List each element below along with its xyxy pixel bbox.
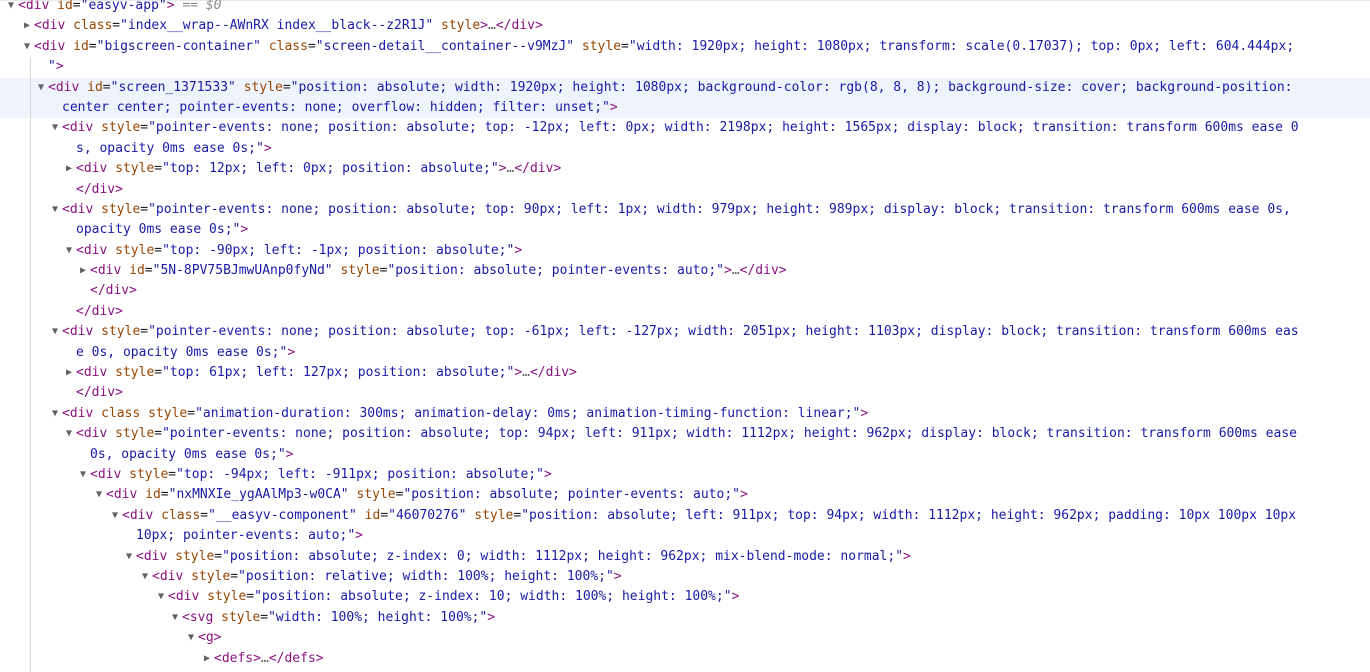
node-markup: <div style="pointer-events: none; positi… [62,120,1299,136]
node-markup: <div id="bigscreen-container" class="scr… [34,38,1295,54]
row-layer-3[interactable]: ▼ <div style="pointer-events: none; posit… [0,322,1370,342]
node-markup: <defs>…</defs> [214,650,324,666]
node-markup: <div style="position: relative; width: 1… [152,568,622,584]
node-markup: <svg style="width: 100%; height: 100%;"> [182,609,496,625]
expanded-triangle-icon[interactable]: ▼ [48,322,62,342]
node-markup: <div class="__easyv-component" id="46070… [122,507,1297,523]
collapsed-triangle-icon[interactable]: ▶ [76,261,90,281]
row-layer-3-cont[interactable]: e 0s, opacity 0ms ease 0s;"> [0,343,1370,363]
node-markup: <div class style="animation-duration: 30… [62,405,869,421]
expanded-triangle-icon[interactable]: ▼ [76,465,90,485]
dom-tree: ▼ <div id="easyv-app"> == $0 ▶ <div class="… [0,0,1370,669]
node-markup: <div id="screen_1371533" style="position… [48,79,1293,95]
node-markup: </div> [76,181,123,197]
row-relative-div[interactable]: ▼ <div style="position: relative; width: … [0,567,1370,587]
node-markup: 0s, opacity 0ms ease 0s;"> [90,446,294,462]
node-markup: opacity 0ms ease 0s;"> [76,222,249,238]
row-easyv-component[interactable]: ▼ <div class="__easyv-component" id="4607… [0,506,1370,526]
node-markup: <div id="5N-8PV75BJmwUAnp0fyNd" style="p… [90,263,787,279]
row-defs[interactable]: ▶ <defs>…</defs> [0,649,1370,669]
row-easyv-app[interactable]: ▼ <div id="easyv-app"> == $0 [0,0,1370,16]
node-markup: <g> [198,630,222,646]
collapsed-triangle-icon[interactable]: ▶ [200,649,214,669]
row-layer-1-inner[interactable]: ▶ <div style="top: 12px; left: 0px; posit… [0,159,1370,179]
row-layer-1[interactable]: ▼ <div style="pointer-events: none; posit… [0,118,1370,138]
row-zindex-div[interactable]: ▼ <div style="position: absolute; z-index… [0,587,1370,607]
expanded-triangle-icon[interactable]: ▼ [48,404,62,424]
row-easyv-component-cont[interactable]: 10px; pointer-events: auto;"> [0,526,1370,546]
row-layer-1-close[interactable]: </div> [0,180,1370,200]
node-markup: s, opacity 0ms ease 0s;"> [76,140,272,156]
node-markup: </div> [90,283,137,299]
expanded-triangle-icon[interactable]: ▼ [34,78,48,98]
expanded-triangle-icon[interactable]: ▼ [48,118,62,138]
node-markup: "> [48,59,64,75]
row-layer-2-component[interactable]: ▶ <div id="5N-8PV75BJmwUAnp0fyNd" style="… [0,261,1370,281]
row-layer-2[interactable]: ▼ <div style="pointer-events: none; posit… [0,200,1370,220]
node-markup: <div id="easyv-app"> == $0 [18,0,222,13]
row-layer-4[interactable]: ▼ <div style="pointer-events: none; posit… [0,424,1370,444]
collapsed-triangle-icon[interactable]: ▶ [20,16,34,36]
row-layer-3-close[interactable]: </div> [0,383,1370,403]
row-layer-4-cont[interactable]: 0s, opacity 0ms ease 0s;"> [0,445,1370,465]
expanded-triangle-icon[interactable]: ▼ [108,506,122,526]
row-layer-4-component[interactable]: ▼ <div id="nxMNXIe_ygAAlMp3-w0CA" style="… [0,485,1370,505]
node-markup: <div style="top: 12px; left: 0px; positi… [76,161,562,177]
node-markup: <div style="position: absolute; z-index:… [136,548,911,564]
node-markup: <div style="pointer-events: none; positi… [62,324,1299,340]
expanded-triangle-icon[interactable]: ▼ [154,587,168,607]
expanded-triangle-icon[interactable]: ▼ [4,0,18,16]
collapsed-triangle-icon[interactable]: ▶ [62,363,76,383]
expanded-triangle-icon[interactable]: ▼ [48,200,62,220]
expanded-triangle-icon[interactable]: ▼ [20,37,34,57]
collapsed-triangle-icon[interactable]: ▶ [62,159,76,179]
row-animation-div[interactable]: ▼ <div class style="animation-duration: 3… [0,404,1370,424]
expanded-triangle-icon[interactable]: ▼ [92,485,106,505]
row-screen-1371533[interactable]: ▼ <div id="screen_1371533" style="positio… [0,77,1370,98]
row-layer-3-inner[interactable]: ▶ <div style="top: 61px; left: 127px; pos… [0,363,1370,383]
elements-panel: ▼ <div id="easyv-app"> == $0 ▶ <div class="… [0,0,1370,672]
node-markup: <div style="top: 61px; left: 127px; posi… [76,365,577,381]
row-layer-2-inner-close[interactable]: </div> [0,281,1370,301]
expanded-triangle-icon[interactable]: ▼ [184,628,198,648]
row-layer-2-close[interactable]: </div> [0,302,1370,322]
node-markup: </div> [76,385,123,401]
row-g[interactable]: ▼ <g> [0,628,1370,648]
expanded-triangle-icon[interactable]: ▼ [62,241,76,261]
node-markup: e 0s, opacity 0ms ease 0s;"> [76,344,296,360]
row-layer-1-cont[interactable]: s, opacity 0ms ease 0s;"> [0,139,1370,159]
node-markup: <div id="nxMNXIe_ygAAlMp3-w0CA" style="p… [106,487,748,503]
expanded-triangle-icon[interactable]: ▼ [168,608,182,628]
row-layer-2-inner[interactable]: ▼ <div style="top: -90px; left: -1px; pos… [0,241,1370,261]
expanded-triangle-icon[interactable]: ▼ [122,547,136,567]
node-markup: center center; pointer-events: none; ove… [62,99,618,115]
row-bigscreen-container-cont[interactable]: "> [0,57,1370,77]
row-svg[interactable]: ▼ <svg style="width: 100%; height: 100%;"… [0,608,1370,628]
node-markup: <div class="index__wrap--AWnRX index__bl… [34,18,543,34]
node-markup: <div style="position: absolute; z-index:… [168,589,740,605]
node-markup: </div> [76,303,123,319]
node-markup: <div style="top: -94px; left: -911px; po… [90,466,552,482]
row-layer-4-inner[interactable]: ▼ <div style="top: -94px; left: -911px; p… [0,465,1370,485]
indent-guide-line [30,57,31,672]
row-screen-1371533-cont[interactable]: center center; pointer-events: none; ove… [0,97,1370,119]
row-bigscreen-container[interactable]: ▼ <div id="bigscreen-container" class="sc… [0,37,1370,57]
node-markup: 10px; pointer-events: auto;"> [136,528,363,544]
node-markup: <div style="top: -90px; left: -1px; posi… [76,242,523,258]
row-blend-div[interactable]: ▼ <div style="position: absolute; z-index… [0,547,1370,567]
row-index-wrap[interactable]: ▶ <div class="index__wrap--AWnRX index__b… [0,16,1370,36]
row-layer-2-cont[interactable]: opacity 0ms ease 0s;"> [0,220,1370,240]
expanded-triangle-icon[interactable]: ▼ [138,567,152,587]
node-markup: <div style="pointer-events: none; positi… [76,426,1297,442]
expanded-triangle-icon[interactable]: ▼ [62,424,76,444]
node-markup: <div style="pointer-events: none; positi… [62,201,1291,217]
